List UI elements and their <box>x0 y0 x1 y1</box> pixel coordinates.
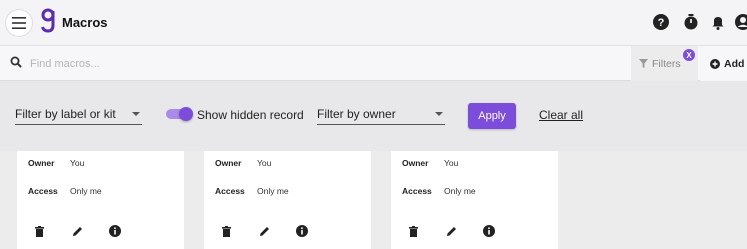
owner-key: Owner <box>215 158 242 168</box>
menu-icon <box>12 17 26 29</box>
show-hidden-label: Show hidden record <box>197 108 304 122</box>
timer-icon[interactable] <box>682 13 700 31</box>
filters-label: Filters <box>652 57 681 70</box>
owner-select-label: Filter by owner <box>317 106 396 121</box>
info-icon <box>483 225 495 237</box>
delete-button[interactable] <box>405 223 421 239</box>
chevron-down-icon <box>435 112 443 116</box>
add-label: Add <box>724 57 745 70</box>
owner-key: Owner <box>402 158 429 168</box>
app-root: Macros ? Filters X <box>0 0 747 249</box>
filters-button[interactable]: Filters X <box>631 46 698 81</box>
add-circle-icon <box>710 58 720 69</box>
access-key: Access <box>215 186 245 196</box>
add-button[interactable]: Add <box>700 46 747 81</box>
page-title: Macros <box>62 15 108 30</box>
search-input[interactable] <box>30 54 590 74</box>
clear-all-link[interactable]: Clear all <box>539 108 583 122</box>
owner-key: Owner <box>28 158 55 168</box>
filter-panel: Filter by label or kit Show hidden recor… <box>0 81 747 151</box>
owner-value: You <box>257 158 272 168</box>
info-icon <box>109 225 121 237</box>
filters-clear-badge[interactable]: X <box>683 49 695 61</box>
toggle-thumb <box>179 107 193 121</box>
edit-button[interactable] <box>69 223 85 239</box>
owner-value: You <box>444 158 459 168</box>
card-actions <box>218 223 332 239</box>
owner-select[interactable]: Filter by owner <box>317 103 445 125</box>
owner-value: You <box>70 158 85 168</box>
menu-button[interactable] <box>6 10 32 36</box>
trash-icon <box>34 225 44 237</box>
owner-row: Owner You <box>402 158 458 168</box>
trash-icon <box>221 225 231 237</box>
access-row: Access Only me <box>402 186 476 196</box>
show-hidden-toggle[interactable] <box>166 107 193 121</box>
info-button[interactable] <box>294 223 310 239</box>
access-key: Access <box>28 186 58 196</box>
account-icon[interactable] <box>734 13 747 31</box>
top-bar: Macros ? <box>0 0 747 46</box>
access-value: Only me <box>257 186 289 196</box>
info-button[interactable] <box>107 223 123 239</box>
access-key: Access <box>402 186 432 196</box>
info-button[interactable] <box>481 223 497 239</box>
edit-button[interactable] <box>443 223 459 239</box>
pencil-icon <box>446 226 456 236</box>
chevron-down-icon <box>132 112 140 116</box>
info-icon <box>296 225 308 237</box>
pencil-icon <box>259 226 269 236</box>
bell-icon[interactable] <box>709 13 727 31</box>
apply-button[interactable]: Apply <box>468 103 516 129</box>
label-kit-select-label: Filter by label or kit <box>15 106 116 121</box>
pencil-icon <box>72 226 82 236</box>
delete-button[interactable] <box>218 223 234 239</box>
macro-card[interactable]: Owner You Access Only me <box>17 151 184 249</box>
card-actions <box>31 223 145 239</box>
svg-text:?: ? <box>658 17 665 29</box>
owner-row: Owner You <box>28 158 84 168</box>
filter-icon <box>639 59 648 68</box>
logo <box>41 8 55 33</box>
macro-card[interactable]: Owner You Access Only me <box>204 151 371 249</box>
access-value: Only me <box>444 186 476 196</box>
help-icon[interactable]: ? <box>652 13 670 31</box>
access-row: Access Only me <box>28 186 102 196</box>
label-kit-select[interactable]: Filter by label or kit <box>15 103 142 125</box>
search-icon <box>10 56 22 68</box>
card-actions <box>405 223 519 239</box>
access-row: Access Only me <box>215 186 289 196</box>
trash-icon <box>408 225 418 237</box>
macro-card[interactable]: Owner You Access Only me <box>391 151 558 249</box>
delete-button[interactable] <box>31 223 47 239</box>
access-value: Only me <box>70 186 102 196</box>
owner-row: Owner You <box>215 158 271 168</box>
edit-button[interactable] <box>256 223 272 239</box>
